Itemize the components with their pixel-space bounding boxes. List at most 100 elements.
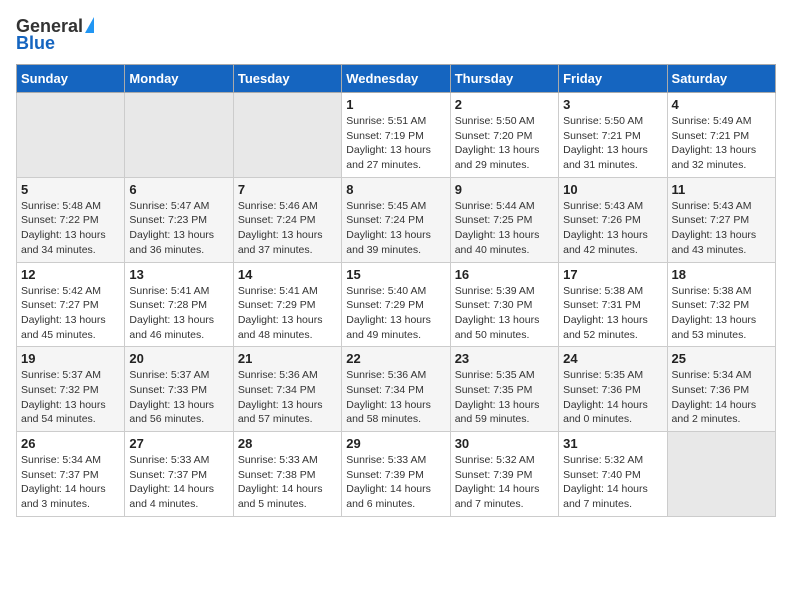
- day-info: Sunrise: 5:35 AMSunset: 7:36 PMDaylight:…: [563, 368, 662, 427]
- day-info: Sunrise: 5:32 AMSunset: 7:40 PMDaylight:…: [563, 453, 662, 512]
- day-number: 9: [455, 182, 554, 197]
- day-number: 1: [346, 97, 445, 112]
- week-row-2: 5Sunrise: 5:48 AMSunset: 7:22 PMDaylight…: [17, 177, 776, 262]
- day-cell: 23 Sunrise: 5:35 AMSunset: 7:35 PMDayligh…: [450, 347, 558, 432]
- header-monday: Monday: [125, 65, 233, 93]
- day-number: 5: [21, 182, 120, 197]
- calendar-table: SundayMondayTuesdayWednesdayThursdayFrid…: [16, 64, 776, 517]
- logo-arrow-icon: [85, 17, 94, 33]
- logo-blue-text: Blue: [16, 33, 55, 54]
- day-cell: 11 Sunrise: 5:43 AMSunset: 7:27 PMDayligh…: [667, 177, 775, 262]
- day-cell: 20Sunrise: 5:37 AMSunset: 7:33 PMDayligh…: [125, 347, 233, 432]
- day-info: Sunrise: 5:41 AMSunset: 7:29 PMDaylight:…: [238, 284, 337, 343]
- day-cell: 7 Sunrise: 5:46 AMSunset: 7:24 PMDaylight…: [233, 177, 341, 262]
- day-number: 26: [21, 436, 120, 451]
- day-cell: 8Sunrise: 5:45 AMSunset: 7:24 PMDaylight…: [342, 177, 450, 262]
- day-info: Sunrise: 5:34 AMSunset: 7:36 PMDaylight:…: [672, 368, 771, 427]
- day-number: 30: [455, 436, 554, 451]
- day-cell: 29 Sunrise: 5:33 AMSunset: 7:39 PMDayligh…: [342, 432, 450, 517]
- day-cell: 10 Sunrise: 5:43 AMSunset: 7:26 PMDayligh…: [559, 177, 667, 262]
- day-cell: 21 Sunrise: 5:36 AMSunset: 7:34 PMDayligh…: [233, 347, 341, 432]
- day-info: Sunrise: 5:38 AMSunset: 7:31 PMDaylight:…: [563, 284, 662, 343]
- day-info: Sunrise: 5:33 AMSunset: 7:39 PMDaylight:…: [346, 453, 445, 512]
- day-number: 18: [672, 267, 771, 282]
- day-number: 28: [238, 436, 337, 451]
- day-number: 17: [563, 267, 662, 282]
- day-number: 16: [455, 267, 554, 282]
- day-cell: 31 Sunrise: 5:32 AMSunset: 7:40 PMDayligh…: [559, 432, 667, 517]
- week-row-4: 19Sunrise: 5:37 AMSunset: 7:32 PMDayligh…: [17, 347, 776, 432]
- day-info: Sunrise: 5:38 AMSunset: 7:32 PMDaylight:…: [672, 284, 771, 343]
- header-saturday: Saturday: [667, 65, 775, 93]
- header-thursday: Thursday: [450, 65, 558, 93]
- day-cell: 9 Sunrise: 5:44 AMSunset: 7:25 PMDaylight…: [450, 177, 558, 262]
- day-number: 10: [563, 182, 662, 197]
- day-number: 7: [238, 182, 337, 197]
- day-info: Sunrise: 5:35 AMSunset: 7:35 PMDaylight:…: [455, 368, 554, 427]
- day-info: Sunrise: 5:39 AMSunset: 7:30 PMDaylight:…: [455, 284, 554, 343]
- day-number: 20: [129, 351, 228, 366]
- day-number: 22: [346, 351, 445, 366]
- day-number: 12: [21, 267, 120, 282]
- header-sunday: Sunday: [17, 65, 125, 93]
- day-number: 21: [238, 351, 337, 366]
- day-cell: 18 Sunrise: 5:38 AMSunset: 7:32 PMDayligh…: [667, 262, 775, 347]
- day-cell: 2 Sunrise: 5:50 AMSunset: 7:20 PMDaylight…: [450, 93, 558, 178]
- day-cell: 12 Sunrise: 5:42 AMSunset: 7:27 PMDayligh…: [17, 262, 125, 347]
- day-info: Sunrise: 5:49 AMSunset: 7:21 PMDaylight:…: [672, 114, 771, 173]
- day-cell: 22 Sunrise: 5:36 AMSunset: 7:34 PMDayligh…: [342, 347, 450, 432]
- day-number: 15: [346, 267, 445, 282]
- day-cell: 24Sunrise: 5:35 AMSunset: 7:36 PMDayligh…: [559, 347, 667, 432]
- day-info: Sunrise: 5:34 AMSunset: 7:37 PMDaylight:…: [21, 453, 120, 512]
- day-cell: [667, 432, 775, 517]
- day-number: 29: [346, 436, 445, 451]
- day-cell: 6 Sunrise: 5:47 AMSunset: 7:23 PMDaylight…: [125, 177, 233, 262]
- day-info: Sunrise: 5:50 AMSunset: 7:20 PMDaylight:…: [455, 114, 554, 173]
- day-info: Sunrise: 5:36 AMSunset: 7:34 PMDaylight:…: [238, 368, 337, 427]
- day-cell: [233, 93, 341, 178]
- header-wednesday: Wednesday: [342, 65, 450, 93]
- day-cell: 14Sunrise: 5:41 AMSunset: 7:29 PMDayligh…: [233, 262, 341, 347]
- day-cell: 5Sunrise: 5:48 AMSunset: 7:22 PMDaylight…: [17, 177, 125, 262]
- day-info: Sunrise: 5:36 AMSunset: 7:34 PMDaylight:…: [346, 368, 445, 427]
- day-cell: 13Sunrise: 5:41 AMSunset: 7:28 PMDayligh…: [125, 262, 233, 347]
- header-friday: Friday: [559, 65, 667, 93]
- day-info: Sunrise: 5:33 AMSunset: 7:38 PMDaylight:…: [238, 453, 337, 512]
- day-info: Sunrise: 5:47 AMSunset: 7:23 PMDaylight:…: [129, 199, 228, 258]
- day-info: Sunrise: 5:44 AMSunset: 7:25 PMDaylight:…: [455, 199, 554, 258]
- day-info: Sunrise: 5:50 AMSunset: 7:21 PMDaylight:…: [563, 114, 662, 173]
- day-info: Sunrise: 5:42 AMSunset: 7:27 PMDaylight:…: [21, 284, 120, 343]
- day-cell: 1 Sunrise: 5:51 AMSunset: 7:19 PMDaylight…: [342, 93, 450, 178]
- calendar-header-row: SundayMondayTuesdayWednesdayThursdayFrid…: [17, 65, 776, 93]
- day-number: 4: [672, 97, 771, 112]
- week-row-5: 26 Sunrise: 5:34 AMSunset: 7:37 PMDayligh…: [17, 432, 776, 517]
- day-cell: 30 Sunrise: 5:32 AMSunset: 7:39 PMDayligh…: [450, 432, 558, 517]
- day-info: Sunrise: 5:33 AMSunset: 7:37 PMDaylight:…: [129, 453, 228, 512]
- day-number: 2: [455, 97, 554, 112]
- day-info: Sunrise: 5:37 AMSunset: 7:32 PMDaylight:…: [21, 368, 120, 427]
- day-number: 3: [563, 97, 662, 112]
- day-number: 25: [672, 351, 771, 366]
- day-info: Sunrise: 5:43 AMSunset: 7:27 PMDaylight:…: [672, 199, 771, 258]
- week-row-1: 1 Sunrise: 5:51 AMSunset: 7:19 PMDaylight…: [17, 93, 776, 178]
- day-number: 8: [346, 182, 445, 197]
- day-cell: 4 Sunrise: 5:49 AMSunset: 7:21 PMDaylight…: [667, 93, 775, 178]
- header-tuesday: Tuesday: [233, 65, 341, 93]
- day-number: 31: [563, 436, 662, 451]
- day-info: Sunrise: 5:40 AMSunset: 7:29 PMDaylight:…: [346, 284, 445, 343]
- logo: General Blue: [16, 16, 94, 54]
- week-row-3: 12 Sunrise: 5:42 AMSunset: 7:27 PMDayligh…: [17, 262, 776, 347]
- day-info: Sunrise: 5:46 AMSunset: 7:24 PMDaylight:…: [238, 199, 337, 258]
- day-number: 6: [129, 182, 228, 197]
- day-number: 11: [672, 182, 771, 197]
- day-number: 27: [129, 436, 228, 451]
- day-cell: 26 Sunrise: 5:34 AMSunset: 7:37 PMDayligh…: [17, 432, 125, 517]
- day-info: Sunrise: 5:51 AMSunset: 7:19 PMDaylight:…: [346, 114, 445, 173]
- day-cell: 16 Sunrise: 5:39 AMSunset: 7:30 PMDayligh…: [450, 262, 558, 347]
- day-info: Sunrise: 5:43 AMSunset: 7:26 PMDaylight:…: [563, 199, 662, 258]
- page-header: General Blue: [16, 16, 776, 54]
- day-cell: 25 Sunrise: 5:34 AMSunset: 7:36 PMDayligh…: [667, 347, 775, 432]
- day-cell: [125, 93, 233, 178]
- day-number: 23: [455, 351, 554, 366]
- day-info: Sunrise: 5:32 AMSunset: 7:39 PMDaylight:…: [455, 453, 554, 512]
